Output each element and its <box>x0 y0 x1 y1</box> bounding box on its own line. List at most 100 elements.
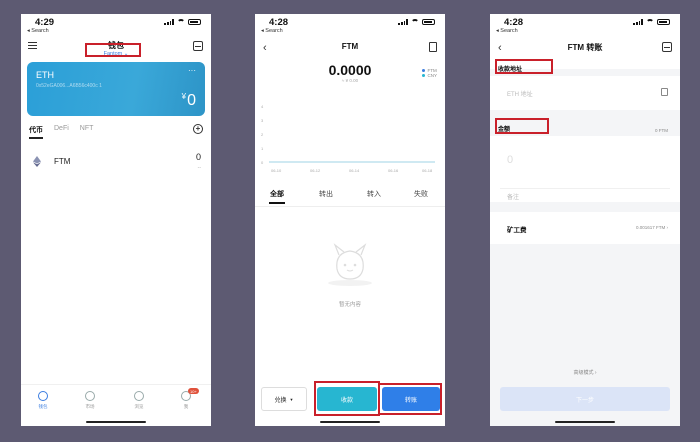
asset-tabs: 代币 DeFi NFT <box>29 125 93 135</box>
status-bar: 4:28 ◂ Search <box>490 14 680 36</box>
empty-state-illustration <box>328 243 372 286</box>
transfer-screen: 4:28 ◂ Search ‹ FTM 转账 收款地址 ETH 地址 金额 0 … <box>490 14 680 426</box>
tab-incoming[interactable]: 转入 <box>367 189 381 199</box>
empty-state-text: 暂无内容 <box>338 302 361 308</box>
market-icon <box>85 391 95 401</box>
legend-cny: CNY <box>422 73 437 78</box>
caret-down-icon: ▼ <box>289 396 294 402</box>
currency-symbol: ¥ <box>181 92 187 101</box>
available-balance: 0 FTM <box>655 128 668 133</box>
wallet-address: 0x52eGA006...A6B56c400c 1 <box>36 83 102 89</box>
wifi-icon <box>177 19 185 25</box>
highlight-recipient-label <box>495 59 553 74</box>
y-tick: 1 <box>261 146 264 151</box>
highlight-wallet-selector <box>85 43 141 57</box>
battery-icon <box>422 19 435 25</box>
back-to-search-link[interactable]: ◂ Search <box>27 28 49 34</box>
swap-button[interactable]: 兑换 ▼ <box>261 387 307 411</box>
nav-browse-label: 浏览 <box>134 404 144 409</box>
signal-icon <box>398 19 408 25</box>
token-balance-fiat: ≈ ¥ 0.00 <box>341 78 359 83</box>
scan-icon[interactable] <box>193 41 203 51</box>
address-book-icon[interactable] <box>661 88 668 96</box>
advanced-mode-link[interactable]: 高级模式 › <box>490 369 680 376</box>
price-chart: 4 3 2 1 0 06-10 06-12 06-14 06-16 06-18 <box>261 104 435 173</box>
signal-icon <box>633 19 643 25</box>
back-to-search-link[interactable]: ◂ Search <box>496 28 518 34</box>
x-tick: 06-18 <box>422 168 433 173</box>
recipient-input-placeholder: ETH 地址 <box>507 92 533 98</box>
token-row-ftm[interactable]: FTM 0 -- <box>21 150 211 174</box>
chart-legend: FTM CNY <box>422 68 437 78</box>
x-tick: 06-10 <box>271 168 282 173</box>
signal-icon <box>164 19 174 25</box>
battery-icon <box>657 19 670 25</box>
wallet-home-screen: 4:29 ◂ Search 钱包 Fantom ⌄ ETH 0x52eGA006… <box>21 14 211 426</box>
y-tick: 0 <box>261 160 264 165</box>
amount-input-placeholder: 0 <box>507 154 514 166</box>
status-time: 4:29 <box>35 17 55 28</box>
bottom-nav: 钱包 市场 浏览 我 10+ <box>21 384 211 416</box>
home-indicator <box>555 421 615 423</box>
legend-cny-label: CNY <box>427 73 437 78</box>
tab-nft[interactable]: NFT <box>80 125 94 135</box>
status-icons <box>164 19 201 25</box>
page-title: FTM 转账 <box>567 43 603 52</box>
wallet-balance: ¥0 <box>182 92 196 110</box>
token-balance: 0.0000 <box>328 62 372 78</box>
highlight-receive-button <box>314 381 380 416</box>
status-bar: 4:29 ◂ Search <box>21 14 211 36</box>
token-header: ‹ FTM <box>255 38 445 62</box>
miner-fee-label: 矿工费 <box>507 227 527 234</box>
swap-label: 兑换 <box>274 397 287 404</box>
add-token-icon[interactable]: + <box>193 124 203 134</box>
page-title: FTM <box>341 42 359 51</box>
tab-outgoing[interactable]: 转出 <box>319 189 333 199</box>
tab-all[interactable]: 全部 <box>270 189 284 199</box>
divider <box>500 188 670 189</box>
y-tick: 4 <box>261 104 264 109</box>
x-tick: 06-16 <box>388 168 399 173</box>
status-time: 4:28 <box>504 17 524 28</box>
status-bar: 4:28 ◂ Search <box>255 14 445 36</box>
token-amount: 0 <box>195 152 201 162</box>
active-tab-indicator <box>29 137 43 139</box>
ethereum-icon <box>33 156 41 167</box>
wifi-icon <box>411 19 419 25</box>
recipient-field[interactable]: ETH 地址 <box>490 76 680 110</box>
token-detail-screen: 4:28 ◂ Search ‹ FTM 0.0000 ≈ ¥ 0.00 FTM … <box>255 14 445 426</box>
active-tab-indicator <box>269 202 285 204</box>
next-button[interactable]: 下一步 <box>500 387 670 411</box>
status-time: 4:28 <box>269 17 289 28</box>
divider <box>255 206 445 207</box>
miner-fee-value: 0.001617 FTM › <box>635 225 668 230</box>
menu-icon[interactable] <box>28 42 37 51</box>
y-tick: 3 <box>261 118 264 123</box>
tab-tokens[interactable]: 代币 <box>29 125 43 135</box>
memo-input-placeholder: 备注 <box>507 195 520 201</box>
wallet-icon <box>38 391 48 401</box>
amount-field[interactable]: 0 备注 <box>490 136 680 202</box>
highlight-amount-label <box>495 118 549 134</box>
tab-defi[interactable]: DeFi <box>54 125 69 135</box>
more-icon[interactable]: ··· <box>188 66 196 75</box>
nav-wallet-label: 钱包 <box>38 404 48 409</box>
token-settings-icon[interactable] <box>429 42 437 52</box>
miner-fee-row[interactable]: 矿工费 0.001617 FTM › <box>490 212 680 244</box>
transaction-tabs: 全部 转出 转入 失败 <box>255 189 445 203</box>
home-indicator <box>86 421 146 423</box>
legend-cny-dot <box>422 74 426 77</box>
wallet-card[interactable]: ETH 0x52eGA006...A6B56c400c 1 ··· ¥0 <box>27 62 205 116</box>
token-fiat-amount: -- <box>197 165 201 171</box>
browse-icon <box>134 391 144 401</box>
back-to-search-link[interactable]: ◂ Search <box>261 28 283 34</box>
home-indicator <box>320 421 380 423</box>
nav-browse[interactable]: 浏览 <box>124 391 154 410</box>
nav-market[interactable]: 市场 <box>75 391 105 410</box>
tab-failed[interactable]: 失败 <box>414 189 428 199</box>
nav-wallet[interactable]: 钱包 <box>28 391 58 410</box>
nav-me-label: 我 <box>183 404 189 409</box>
scan-icon[interactable] <box>662 42 672 52</box>
status-icons <box>398 19 435 25</box>
battery-icon <box>188 19 201 25</box>
